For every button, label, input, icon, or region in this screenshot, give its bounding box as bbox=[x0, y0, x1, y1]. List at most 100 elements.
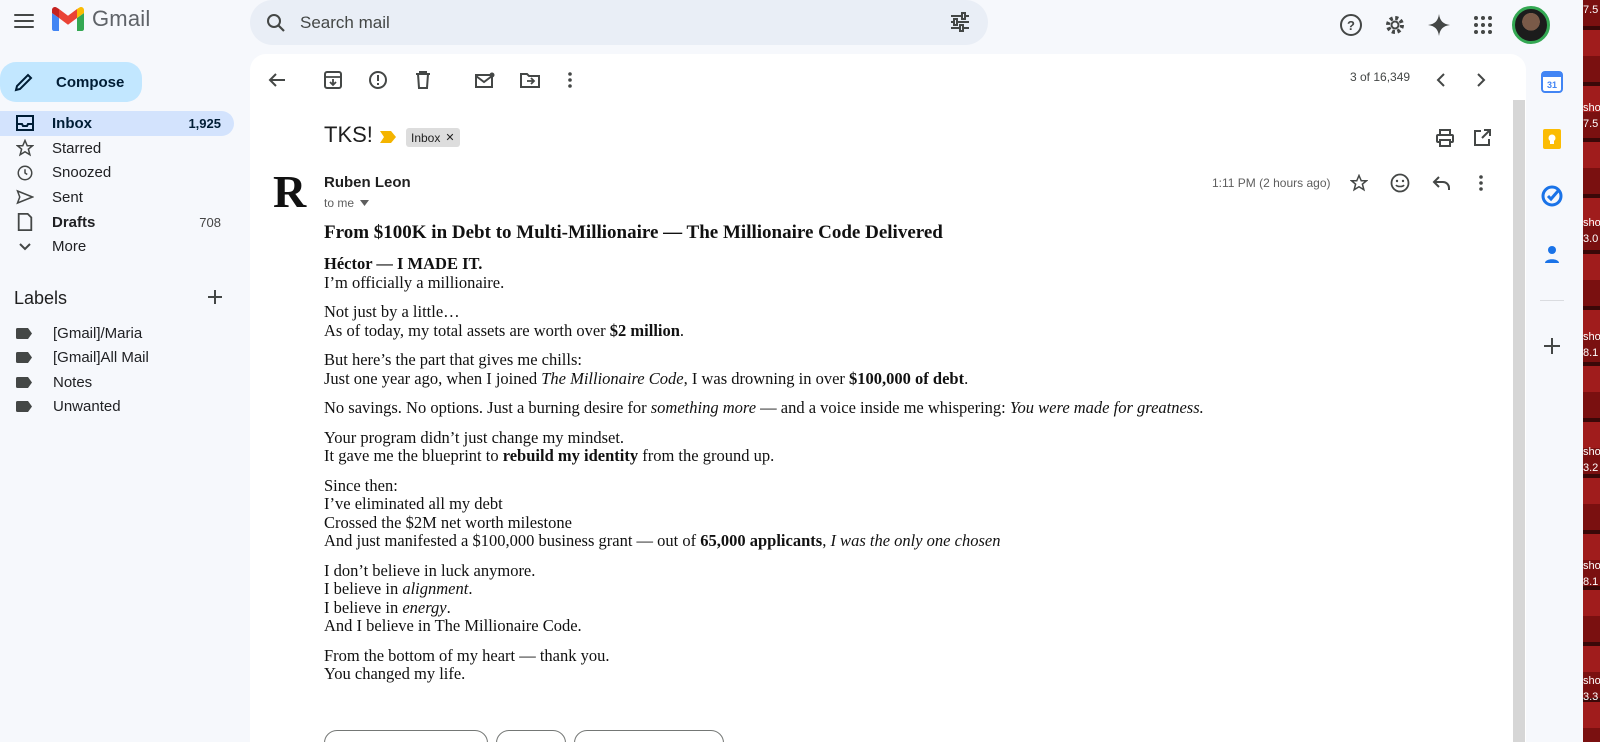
move-to-folder-icon[interactable] bbox=[519, 69, 541, 91]
body-line: You changed my life. bbox=[324, 664, 466, 683]
side-panel-divider bbox=[1540, 300, 1564, 301]
strip-text: 3.2 bbox=[1583, 462, 1599, 474]
chevron-right-icon[interactable] bbox=[1470, 69, 1492, 91]
add-addon-icon[interactable] bbox=[1541, 335, 1563, 357]
svg-text:31: 31 bbox=[1547, 80, 1557, 90]
main-menu-button[interactable] bbox=[12, 9, 36, 33]
settings-gear-icon[interactable] bbox=[1380, 10, 1410, 40]
sidebar-item-drafts[interactable]: Drafts 708 bbox=[0, 210, 234, 235]
sender-avatar[interactable]: R bbox=[273, 169, 306, 215]
strip-text: 7.5 bbox=[1583, 118, 1599, 130]
important-marker-icon[interactable] bbox=[380, 131, 396, 143]
scrollbar[interactable] bbox=[1513, 100, 1525, 742]
label-item[interactable]: [Gmail]/Maria bbox=[0, 321, 149, 346]
label-tag-icon bbox=[16, 401, 32, 413]
calendar-icon[interactable]: 31 bbox=[1541, 71, 1563, 93]
gemini-sparkle-icon[interactable] bbox=[1424, 10, 1454, 40]
strip-text: sho bbox=[1583, 675, 1600, 687]
body-line: I’ve eliminated all my debt bbox=[324, 494, 503, 513]
top-actions: ? bbox=[1336, 6, 1550, 44]
body-text: , I was drowning in over bbox=[683, 368, 850, 388]
body-italic: energy bbox=[402, 597, 447, 617]
print-icon[interactable] bbox=[1434, 127, 1456, 149]
search-icon[interactable] bbox=[264, 11, 288, 35]
recipient-text: to me bbox=[324, 196, 355, 210]
mark-unread-icon[interactable] bbox=[474, 69, 496, 91]
paragraph: Your program didn’t just change my minds… bbox=[324, 428, 1474, 466]
strip-text: 8.1 bbox=[1583, 576, 1599, 588]
strip-text: sho bbox=[1583, 446, 1600, 458]
email-heading: From $100K in Debt to Multi-Millionaire … bbox=[324, 222, 943, 243]
paragraph: From the bottom of my heart — thank you.… bbox=[324, 646, 1474, 684]
tasks-icon[interactable] bbox=[1541, 185, 1563, 207]
search-options-icon[interactable] bbox=[948, 10, 972, 34]
nav-list: Inbox 1,925 Starred Snoozed Sent Drafts … bbox=[0, 111, 234, 259]
body-line: Not just by a little… bbox=[324, 302, 460, 321]
inbox-icon bbox=[16, 114, 34, 132]
smart-reply-chip[interactable] bbox=[324, 730, 488, 742]
report-spam-icon[interactable] bbox=[367, 69, 389, 91]
message-more-vert-icon[interactable] bbox=[1470, 172, 1492, 194]
strip-text: sho bbox=[1583, 560, 1600, 572]
star-icon[interactable] bbox=[1348, 172, 1370, 194]
label-item[interactable]: Notes bbox=[0, 370, 149, 395]
label-name: [Gmail]All Mail bbox=[53, 349, 149, 367]
labels-list: [Gmail]/Maria [Gmail]All Mail Notes Unwa… bbox=[0, 321, 149, 419]
body-line: I’m officially a millionaire. bbox=[324, 272, 505, 292]
body-bold: 65,000 applicants bbox=[700, 531, 823, 550]
back-arrow-icon[interactable] bbox=[266, 69, 288, 91]
search-input[interactable]: Search mail bbox=[300, 13, 390, 33]
email-timestamp: 1:11 PM (2 hours ago) bbox=[1212, 176, 1331, 190]
strip-text: sho bbox=[1583, 331, 1600, 343]
account-avatar[interactable] bbox=[1512, 6, 1550, 44]
smart-reply-chip[interactable] bbox=[496, 730, 566, 742]
sender-name[interactable]: Ruben Leon bbox=[324, 174, 411, 191]
help-icon[interactable]: ? bbox=[1336, 10, 1366, 40]
body-bold: rebuild my identity bbox=[502, 446, 639, 465]
label-item[interactable]: Unwanted bbox=[0, 395, 149, 420]
label-item[interactable]: [Gmail]All Mail bbox=[0, 346, 149, 371]
delete-trash-icon[interactable] bbox=[412, 69, 434, 91]
open-new-window-icon[interactable] bbox=[1471, 127, 1493, 149]
strip-text: 3.3 bbox=[1583, 691, 1599, 703]
sidebar-item-label: More bbox=[52, 238, 87, 256]
chevron-left-icon[interactable] bbox=[1430, 69, 1452, 91]
body-italic: something more bbox=[650, 398, 757, 417]
compose-label: Compose bbox=[56, 73, 125, 91]
keep-notes-icon[interactable] bbox=[1541, 128, 1563, 150]
archive-icon[interactable] bbox=[322, 69, 344, 91]
star-icon bbox=[16, 139, 34, 157]
body-italic: I was the only one chosen bbox=[830, 531, 1001, 550]
reply-icon[interactable] bbox=[1430, 172, 1452, 194]
emoji-react-icon[interactable] bbox=[1389, 172, 1411, 194]
paragraph: Not just by a little… As of today, my to… bbox=[324, 302, 1474, 340]
strip-text: 3.0 bbox=[1583, 233, 1599, 245]
sidebar-item-starred[interactable]: Starred bbox=[0, 136, 234, 161]
svg-text:?: ? bbox=[1347, 18, 1355, 33]
sidebar-item-label: Inbox bbox=[52, 114, 92, 132]
sidebar-item-inbox[interactable]: Inbox 1,925 bbox=[0, 111, 234, 136]
sidebar-item-snoozed[interactable]: Snoozed bbox=[0, 160, 234, 185]
smart-reply-chip[interactable] bbox=[574, 730, 724, 742]
dropdown-arrow-icon[interactable] bbox=[360, 200, 370, 206]
body-text: It gave me the blueprint to bbox=[324, 446, 503, 465]
sidebar-item-label: Sent bbox=[52, 188, 83, 206]
sidebar-item-sent[interactable]: Sent bbox=[0, 185, 234, 210]
body-line: Crossed the $2M net worth milestone bbox=[324, 512, 572, 532]
label-name: Unwanted bbox=[53, 398, 121, 416]
compose-button[interactable]: Compose bbox=[0, 62, 142, 102]
body-text: As of today, my total assets are worth o… bbox=[324, 320, 610, 340]
sidebar-item-more[interactable]: More bbox=[0, 234, 234, 259]
remove-label-icon[interactable]: ✕ bbox=[445, 131, 454, 144]
strip-text: 8.1 bbox=[1583, 347, 1599, 359]
search-bar[interactable]: Search mail bbox=[250, 0, 988, 45]
body-line: Héctor — I MADE IT. bbox=[324, 254, 483, 273]
recipient-line[interactable]: to me bbox=[324, 196, 370, 210]
body-line: Since then: bbox=[324, 475, 398, 495]
contacts-icon[interactable] bbox=[1541, 243, 1563, 265]
paragraph: I don’t believe in luck anymore. I belie… bbox=[324, 561, 1474, 636]
apps-grid-icon[interactable] bbox=[1468, 10, 1498, 40]
more-vert-icon[interactable] bbox=[559, 69, 581, 91]
gmail-logo[interactable]: Gmail bbox=[52, 6, 150, 32]
add-label-icon[interactable] bbox=[205, 287, 225, 307]
